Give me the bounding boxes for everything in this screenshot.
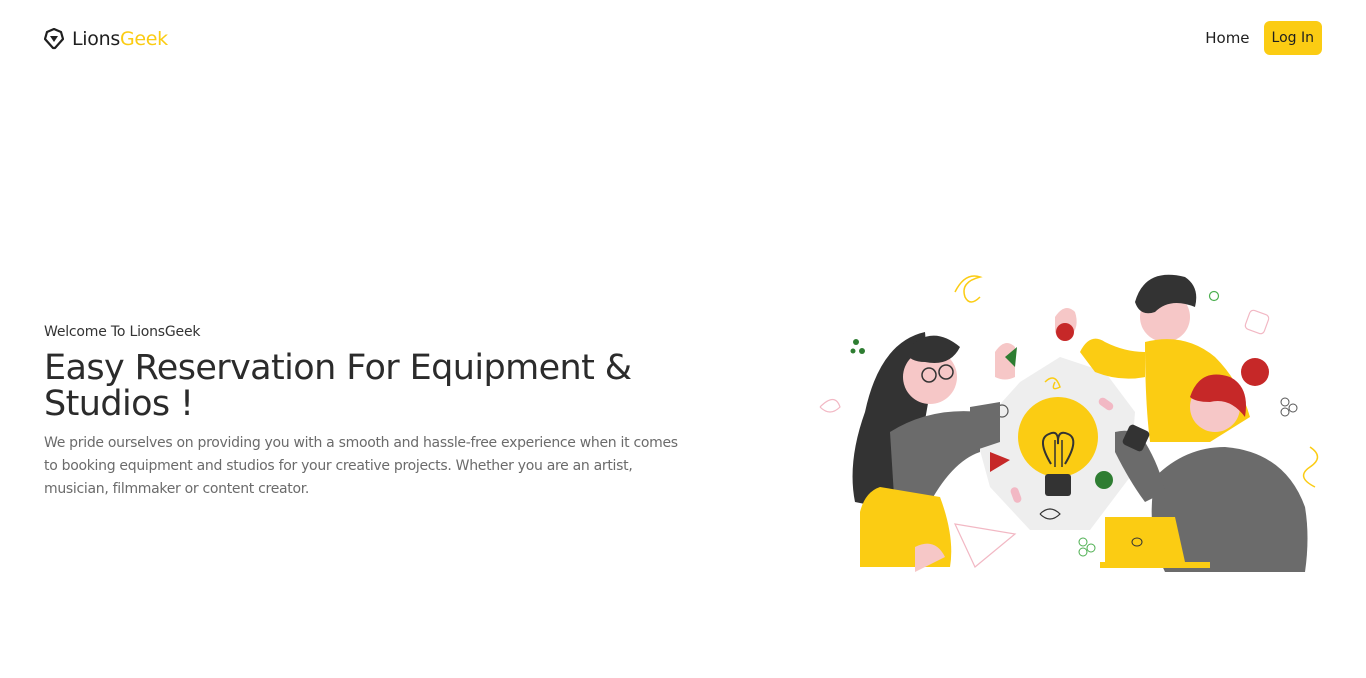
hero-text: Welcome To LionsGeek Easy Reservation Fo… <box>44 322 694 501</box>
logo[interactable]: LionsGeek <box>44 26 168 52</box>
logo-text-lions: Lions <box>72 28 120 50</box>
hero-title: Easy Reservation For Equipment & Studios… <box>44 348 632 424</box>
header: LionsGeek Home Log In <box>0 0 1366 78</box>
login-button[interactable]: Log In <box>1263 21 1322 55</box>
team-idea-lightbulb-illustration <box>819 274 1319 572</box>
logo-text-geek: Geek <box>119 28 168 50</box>
hero-description: We pride ourselves on providing you with… <box>44 435 678 497</box>
hero-welcome: Welcome To LionsGeek <box>44 324 201 340</box>
logo-text: LionsGeek <box>72 26 168 52</box>
nav-home-link[interactable]: Home <box>1199 21 1255 55</box>
lion-shield-icon <box>44 28 64 50</box>
nav: Home Log In <box>1199 21 1322 55</box>
